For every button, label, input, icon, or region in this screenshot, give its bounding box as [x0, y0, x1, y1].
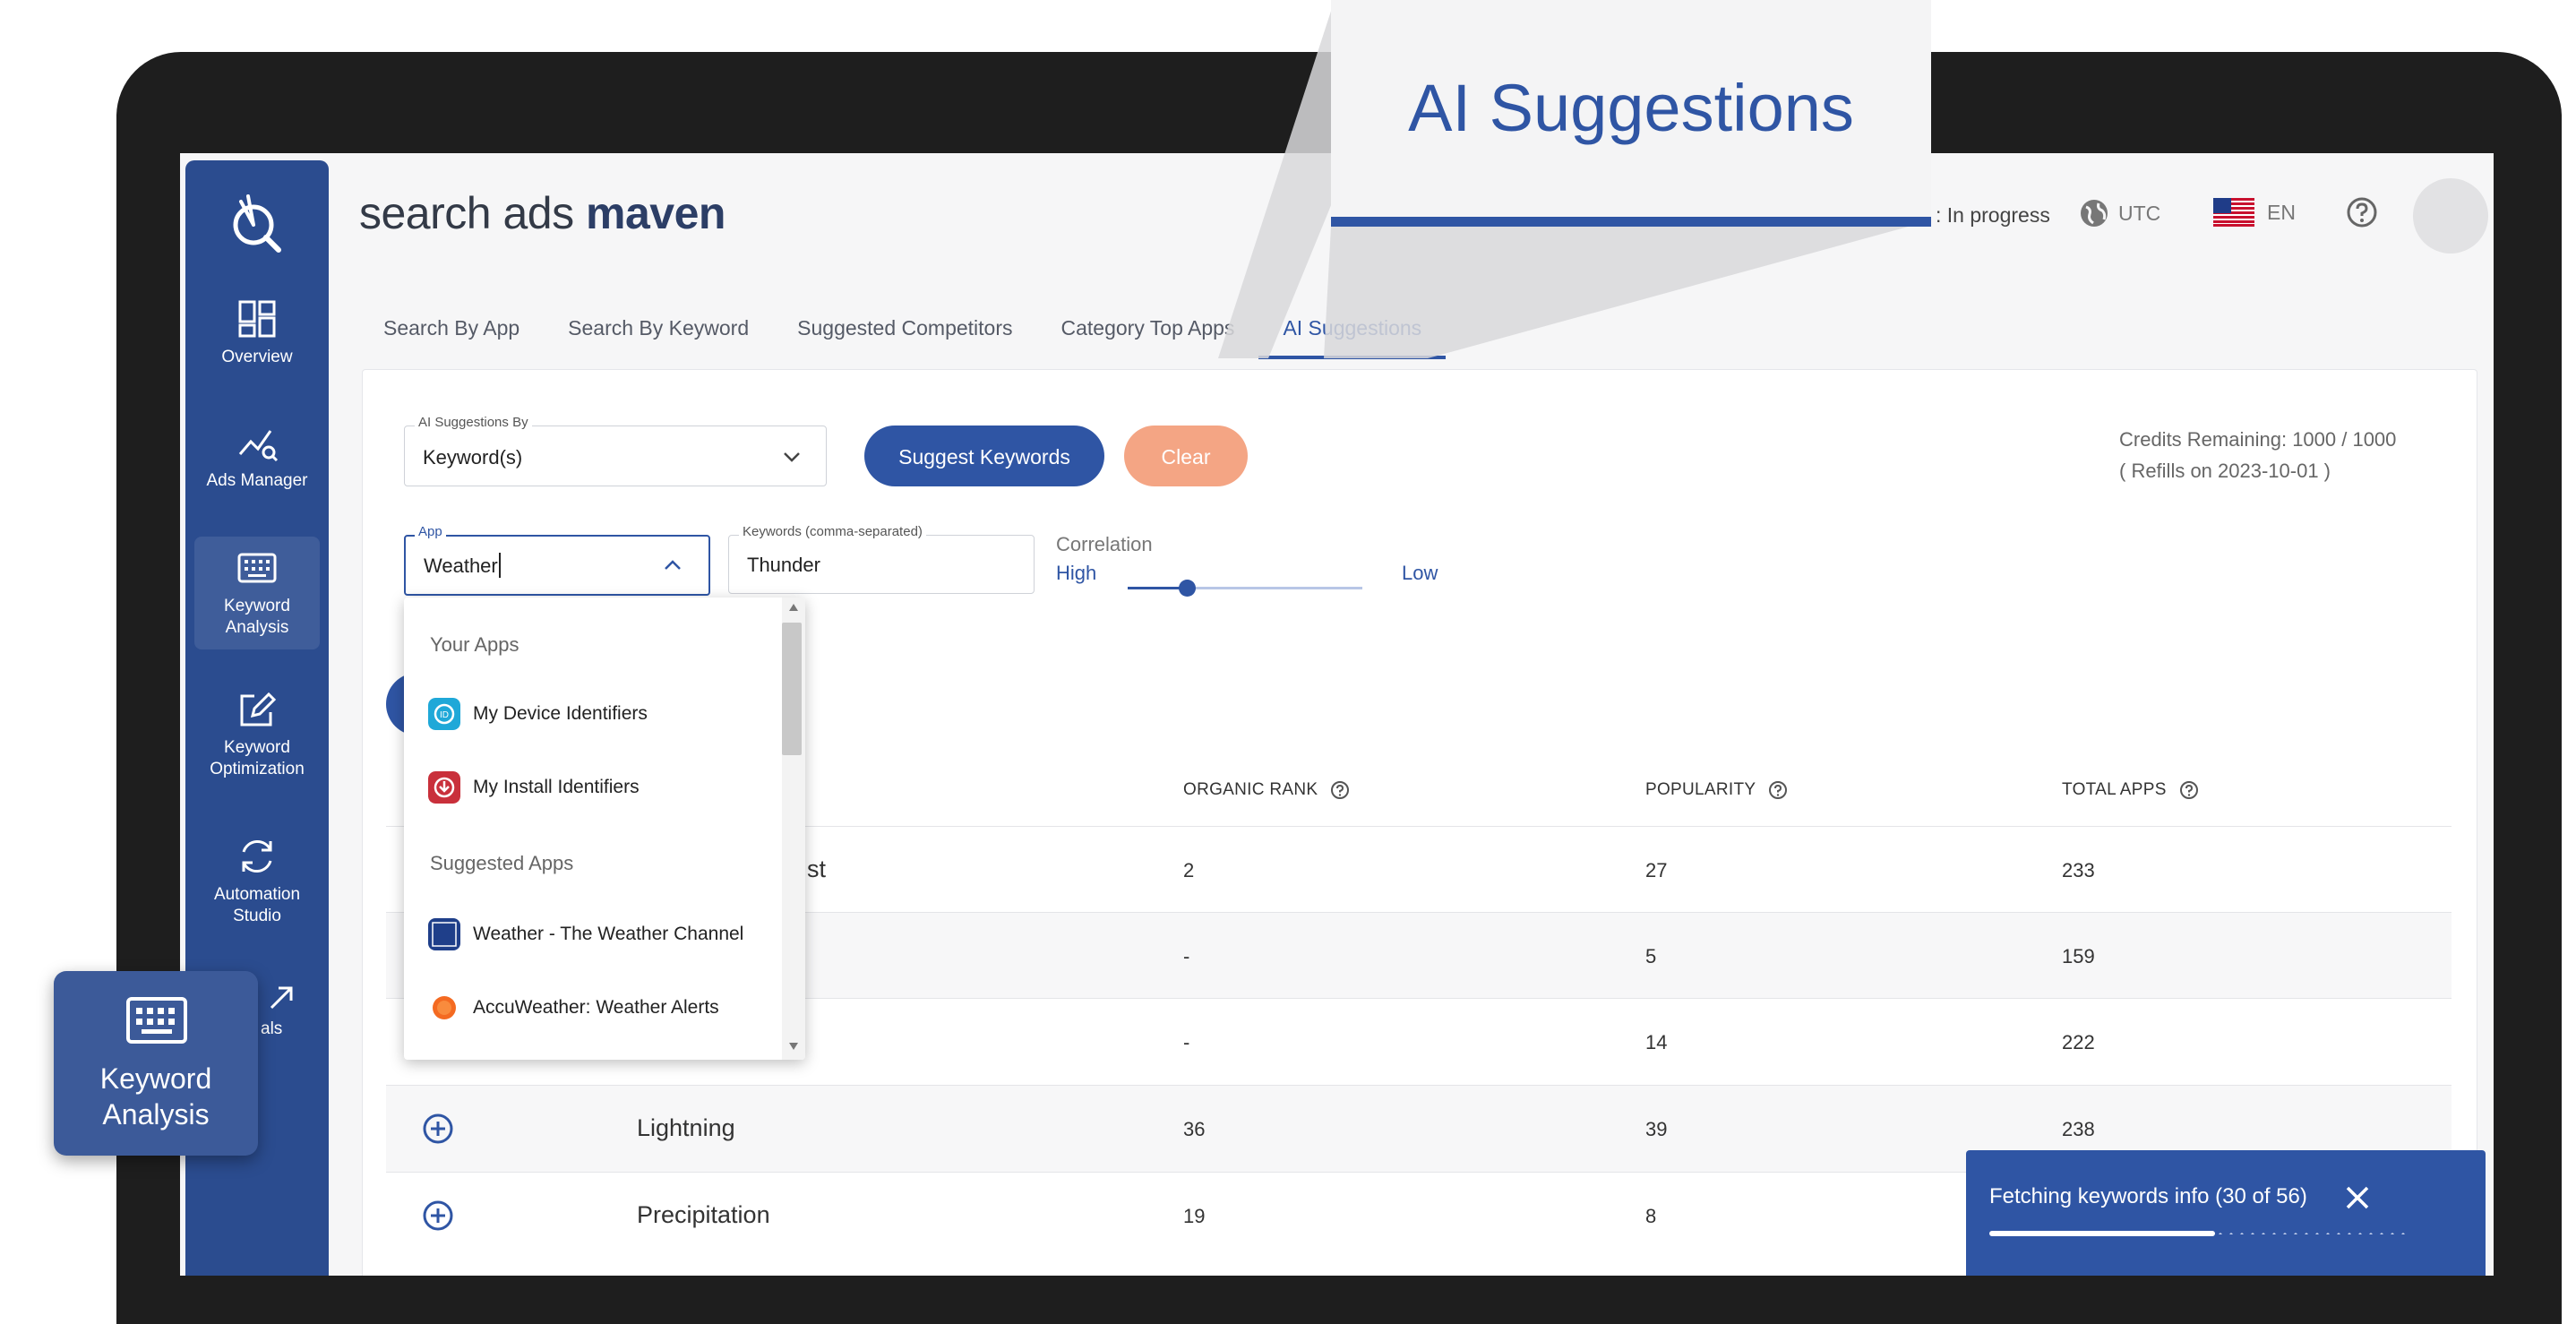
callout-pointer	[1218, 0, 1931, 358]
toast-message: Fetching keywords info (30 of 56)	[1989, 1184, 2307, 1208]
badge-title: Keyword Analysis	[99, 1062, 212, 1131]
keyboard-icon	[126, 997, 187, 1044]
progress-toast: Fetching keywords info (30 of 56)	[1966, 1150, 2486, 1276]
callout-underline	[1331, 217, 1931, 227]
progress-fill	[1989, 1231, 2215, 1236]
callout-title: AI Suggestions	[1408, 71, 1854, 145]
close-icon[interactable]	[2342, 1182, 2373, 1213]
keyword-analysis-badge: Keyword Analysis	[54, 971, 258, 1156]
progress-bar	[1989, 1231, 2410, 1236]
